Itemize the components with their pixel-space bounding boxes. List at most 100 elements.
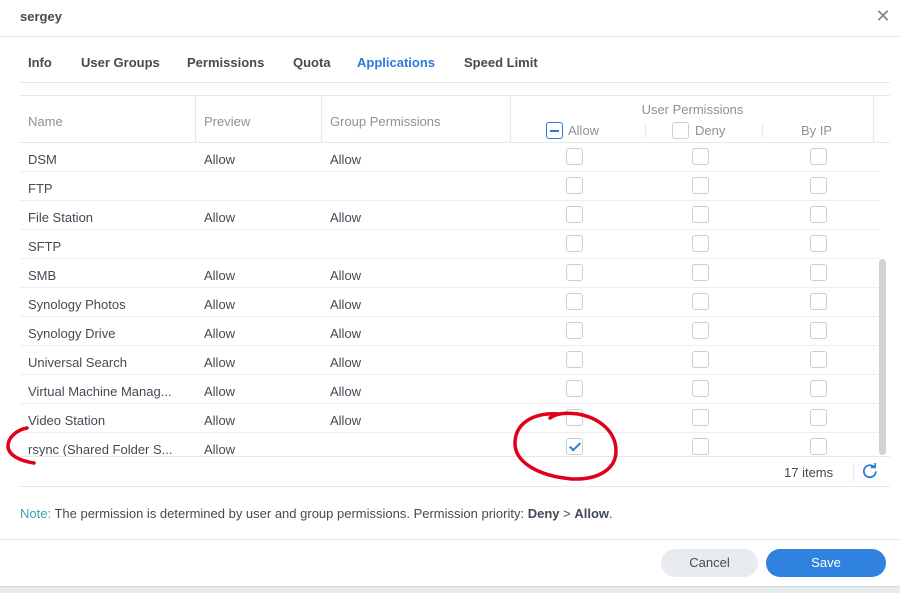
note-allow: Allow	[574, 506, 610, 521]
table-row[interactable]: Universal Search Allow Allow	[20, 346, 880, 375]
app-name-cell: Video Station	[28, 413, 106, 428]
note-label: Note:	[20, 506, 52, 521]
applications-table: Name Preview Group Permissions User Perm…	[20, 95, 890, 457]
by-ip-checkbox[interactable]	[810, 293, 827, 310]
header-user-permissions: User Permissions	[641, 102, 744, 117]
tab-user-groups[interactable]: User Groups	[81, 55, 160, 70]
group-permission-cell: Allow	[330, 355, 362, 370]
app-name-cell: Synology Drive	[28, 326, 116, 341]
permission-note: Note: The permission is determined by us…	[20, 506, 613, 521]
header-allow: Allow	[568, 123, 600, 138]
preview-cell: Allow	[204, 326, 236, 341]
deny-checkbox[interactable]	[692, 206, 709, 223]
app-name-cell: Virtual Machine Manag...	[28, 384, 172, 399]
tab-permissions[interactable]: Permissions	[187, 55, 264, 70]
allow-checkbox[interactable]	[566, 380, 583, 397]
app-name-cell: SMB	[28, 268, 57, 283]
table-row[interactable]: SMB Allow Allow	[20, 259, 880, 288]
tab-info[interactable]: Info	[28, 55, 52, 70]
deny-checkbox[interactable]	[692, 380, 709, 397]
deny-checkbox[interactable]	[692, 409, 709, 426]
header-separator	[195, 96, 196, 143]
header-separator	[321, 96, 322, 143]
header-preview[interactable]: Preview	[204, 114, 250, 129]
allow-checkbox[interactable]	[566, 409, 583, 426]
allow-checkbox[interactable]	[566, 148, 583, 165]
allow-checkbox[interactable]	[566, 438, 583, 455]
allow-checkbox[interactable]	[566, 177, 583, 194]
deny-checkbox[interactable]	[692, 235, 709, 252]
by-ip-checkbox[interactable]	[810, 206, 827, 223]
tab-speed-limit[interactable]: Speed Limit	[464, 55, 538, 70]
header-group-permissions[interactable]: Group Permissions	[330, 114, 441, 129]
table-row[interactable]: FTP	[20, 172, 880, 201]
preview-cell: Allow	[204, 413, 236, 428]
allow-checkbox[interactable]	[566, 206, 583, 223]
save-button[interactable]: Save	[766, 549, 886, 577]
deny-checkbox[interactable]	[692, 293, 709, 310]
table-row[interactable]: rsync (Shared Folder S... Allow	[20, 433, 880, 457]
title-divider	[0, 36, 900, 37]
group-permission-cell: Allow	[330, 152, 362, 167]
deny-checkbox[interactable]	[692, 177, 709, 194]
table-row[interactable]: DSM Allow Allow	[20, 143, 880, 172]
app-name-cell: DSM	[28, 152, 57, 167]
deny-checkbox[interactable]	[692, 438, 709, 455]
table-header: Name Preview Group Permissions User Perm…	[20, 96, 890, 143]
app-name-cell: FTP	[28, 181, 53, 196]
note-divider	[20, 486, 890, 487]
user-permissions-header: User Permissions Allow Deny By IP	[511, 96, 874, 143]
app-name-cell: rsync (Shared Folder S...	[28, 442, 173, 457]
by-ip-checkbox[interactable]	[810, 438, 827, 455]
deny-all-checkbox[interactable]	[672, 122, 689, 139]
preview-cell: Allow	[204, 297, 236, 312]
allow-checkbox[interactable]	[566, 293, 583, 310]
tab-bar: Info User Groups Permissions Quota Appli…	[20, 55, 890, 83]
deny-checkbox[interactable]	[692, 264, 709, 281]
by-ip-checkbox[interactable]	[810, 409, 827, 426]
by-ip-checkbox[interactable]	[810, 351, 827, 368]
note-end: .	[609, 506, 613, 521]
table-row[interactable]: Synology Photos Allow Allow	[20, 288, 880, 317]
allow-checkbox[interactable]	[566, 351, 583, 368]
table-row[interactable]: File Station Allow Allow	[20, 201, 880, 230]
group-permission-cell: Allow	[330, 326, 362, 341]
allow-all-checkbox[interactable]	[546, 122, 563, 139]
dialog-title: sergey	[20, 9, 62, 24]
note-text: The permission is determined by user and…	[51, 506, 528, 521]
allow-checkbox[interactable]	[566, 235, 583, 252]
table-row[interactable]: Synology Drive Allow Allow	[20, 317, 880, 346]
app-name-cell: Universal Search	[28, 355, 127, 370]
group-permission-cell: Allow	[330, 268, 362, 283]
note-gt: >	[559, 506, 575, 521]
preview-cell: Allow	[204, 268, 236, 283]
by-ip-checkbox[interactable]	[810, 380, 827, 397]
group-permission-cell: Allow	[330, 210, 362, 225]
table-row[interactable]: Video Station Allow Allow	[20, 404, 880, 433]
by-ip-checkbox[interactable]	[810, 235, 827, 252]
vertical-scrollbar-thumb[interactable]	[879, 259, 886, 455]
close-icon[interactable]: ✕	[873, 6, 893, 26]
preview-cell: Allow	[204, 355, 236, 370]
deny-checkbox[interactable]	[692, 351, 709, 368]
refresh-icon[interactable]	[862, 463, 878, 479]
deny-checkbox[interactable]	[692, 148, 709, 165]
header-separator	[645, 123, 646, 138]
allow-checkbox[interactable]	[566, 264, 583, 281]
tab-quota[interactable]: Quota	[293, 55, 331, 70]
table-row[interactable]: Virtual Machine Manag... Allow Allow	[20, 375, 880, 404]
cancel-button[interactable]: Cancel	[661, 549, 758, 577]
app-name-cell: SFTP	[28, 239, 62, 254]
by-ip-checkbox[interactable]	[810, 264, 827, 281]
header-deny: Deny	[695, 123, 726, 138]
allow-checkbox[interactable]	[566, 322, 583, 339]
by-ip-checkbox[interactable]	[810, 148, 827, 165]
by-ip-checkbox[interactable]	[810, 177, 827, 194]
header-name[interactable]: Name	[28, 114, 63, 129]
footer-separator	[853, 462, 854, 482]
tab-applications[interactable]: Applications	[357, 55, 435, 70]
by-ip-checkbox[interactable]	[810, 322, 827, 339]
table-row[interactable]: SFTP	[20, 230, 880, 259]
window-shadow	[0, 587, 900, 593]
deny-checkbox[interactable]	[692, 322, 709, 339]
